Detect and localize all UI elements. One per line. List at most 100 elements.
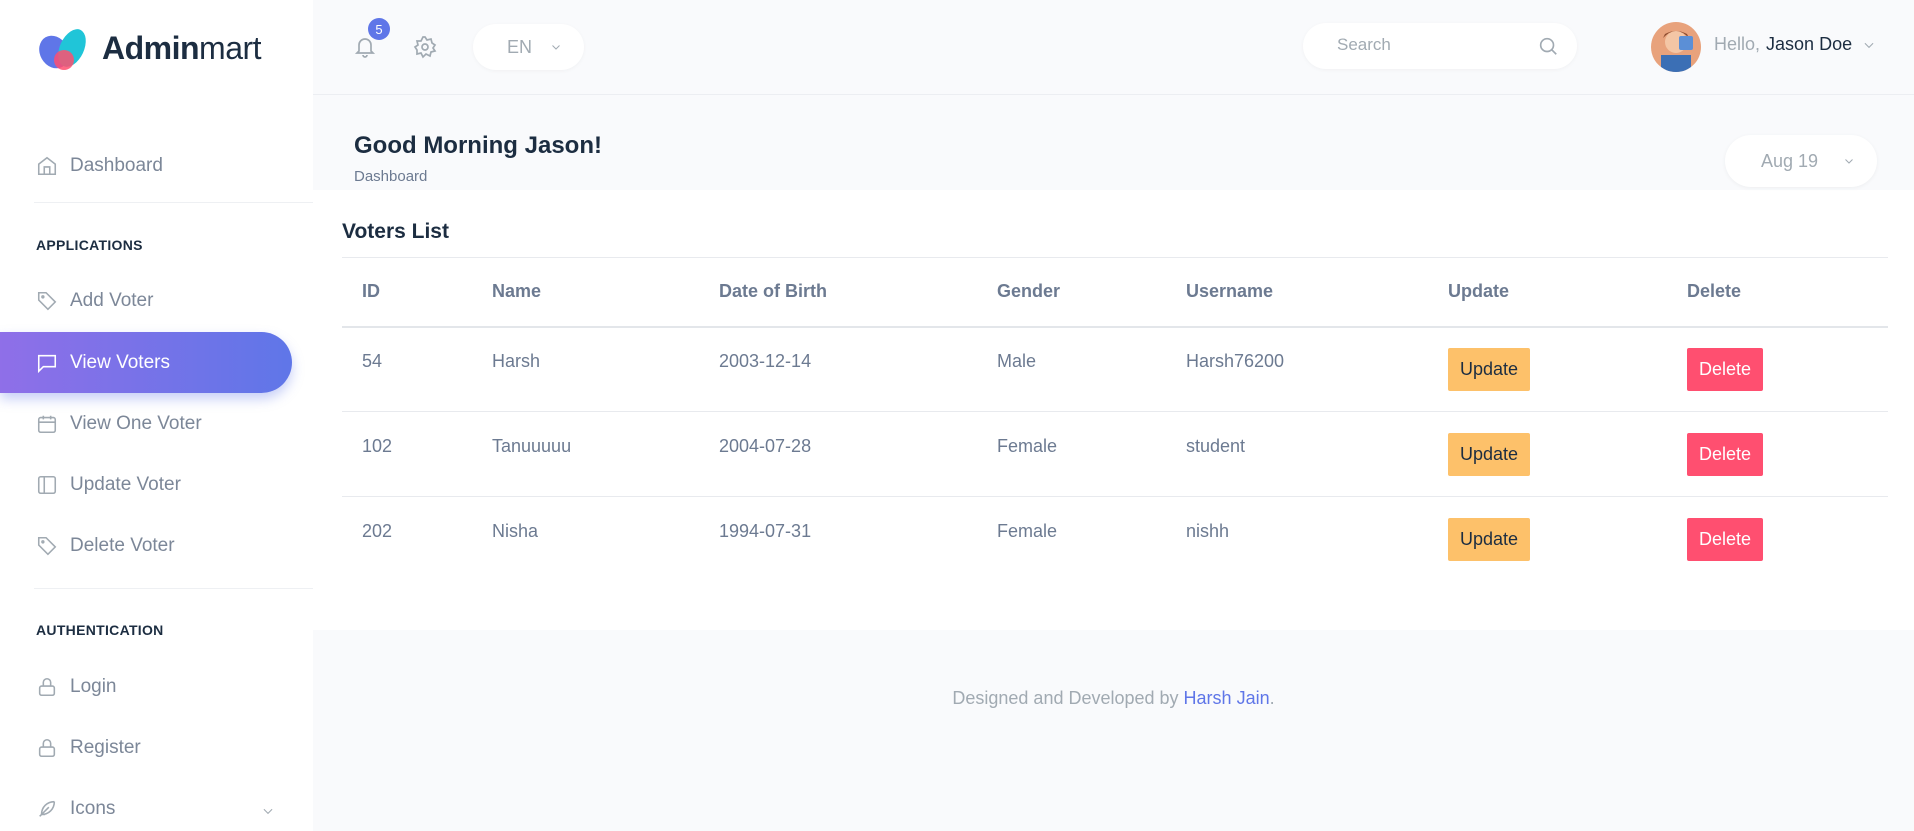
update-button[interactable]: Update xyxy=(1448,432,1531,476)
sidebar-item-label: View One Voter xyxy=(70,412,202,434)
calendar-icon xyxy=(36,413,58,435)
sidebar-divider xyxy=(34,202,313,203)
sidebar-item-dashboard[interactable]: Dashboard xyxy=(0,135,292,196)
cell-text: 202 xyxy=(362,520,393,541)
notification-badge: 5 xyxy=(368,18,390,40)
sidebar-item-view-voters[interactable]: View Voters xyxy=(0,332,292,393)
cell-text: Tanuuuuu xyxy=(492,435,572,456)
cell-text: student xyxy=(1186,435,1246,456)
sidebar: Adminmart Dashboard APPLICATIONS Add Vot… xyxy=(0,0,313,831)
cell-text: 102 xyxy=(362,435,393,456)
sidebar-item-label: Register xyxy=(70,736,141,758)
cell-name: Harsh xyxy=(472,326,699,412)
message-square-icon xyxy=(36,352,58,374)
sidebar-item-view-one-voter[interactable]: View One Voter xyxy=(0,393,292,454)
column-header-username: Username xyxy=(1166,257,1428,328)
brand-name-bold: Admin xyxy=(102,29,200,66)
voters-table: ID Name Date of Birth Gender Username Up… xyxy=(342,257,1888,582)
search-box xyxy=(1303,23,1577,69)
cell-id: 202 xyxy=(342,497,472,582)
date-filter-select[interactable]: Aug 19 xyxy=(1725,135,1877,187)
cell-text: Female xyxy=(997,435,1058,456)
lock-icon xyxy=(36,676,58,698)
greeting-text: Hello, xyxy=(1714,34,1761,54)
user-menu[interactable]: Hello, Jason Doe xyxy=(1714,34,1876,55)
cell-username: nishh xyxy=(1166,497,1428,582)
cell-text: Harsh76200 xyxy=(1186,350,1285,371)
cell-text: nishh xyxy=(1186,520,1230,541)
cell-text: 1994-07-31 xyxy=(719,520,812,541)
brand-name-rest: mart xyxy=(199,29,262,66)
cell-text: Nisha xyxy=(492,520,539,541)
sidebar-item-add-voter[interactable]: Add Voter xyxy=(0,270,292,331)
sidebar-item-label: Delete Voter xyxy=(70,534,175,556)
tag-icon xyxy=(36,535,58,557)
sidebar-item-label: Dashboard xyxy=(70,154,163,176)
page-title: Good Morning Jason! xyxy=(354,132,602,159)
sidebar-item-label: Login xyxy=(70,675,117,697)
cell-name: Nisha xyxy=(472,497,699,582)
cell-text: 2003-12-14 xyxy=(719,350,812,371)
tag-icon xyxy=(36,290,58,312)
cell-gender: Male xyxy=(977,326,1166,412)
column-header-update: Update xyxy=(1428,257,1667,328)
language-value: EN xyxy=(507,36,533,57)
avatar[interactable] xyxy=(1651,22,1701,72)
column-header-gender: Gender xyxy=(977,257,1166,328)
table-header-row: ID Name Date of Birth Gender Username Up… xyxy=(342,257,1888,328)
cell-id: 54 xyxy=(342,326,472,412)
sidebar-layout-icon xyxy=(36,474,58,496)
footer: Designed and Developed by Harsh Jain. xyxy=(313,688,1914,709)
cell-delete: Delete xyxy=(1667,497,1888,582)
breadcrumb[interactable]: Dashboard xyxy=(354,168,427,185)
section-authentication: AUTHENTICATION xyxy=(36,622,164,638)
cell-text: Harsh xyxy=(492,350,541,371)
search-input[interactable] xyxy=(1337,35,1527,55)
update-button[interactable]: Update xyxy=(1448,347,1531,391)
table-row: 54 Harsh 2003-12-14 Male Harsh76200 Upda… xyxy=(342,326,1888,412)
cell-gender: Female xyxy=(977,411,1166,497)
cell-text: 54 xyxy=(362,350,383,371)
search-icon[interactable] xyxy=(1537,35,1559,62)
update-button[interactable]: Update xyxy=(1448,517,1531,561)
cell-dob: 2003-12-14 xyxy=(699,326,977,412)
delete-button[interactable]: Delete xyxy=(1687,517,1764,561)
sidebar-item-label: Update Voter xyxy=(70,473,181,495)
chevron-down-icon xyxy=(261,802,275,824)
cell-delete: Delete xyxy=(1667,411,1888,497)
table-row: 102 Tanuuuuu 2004-07-28 Female student U… xyxy=(342,411,1888,497)
cell-dob: 2004-07-28 xyxy=(699,411,977,497)
cell-update: Update xyxy=(1428,411,1667,497)
column-header-id: ID xyxy=(342,257,472,328)
sidebar-item-login[interactable]: Login xyxy=(0,656,292,717)
cell-name: Tanuuuuu xyxy=(472,411,699,497)
column-header-dob: Date of Birth xyxy=(699,257,977,328)
cell-username: Harsh76200 xyxy=(1166,326,1428,412)
chevron-down-icon xyxy=(1864,42,1874,48)
date-filter-value: Aug 19 xyxy=(1761,150,1819,171)
logo[interactable]: Adminmart xyxy=(34,22,262,74)
brand-name: Adminmart xyxy=(102,29,262,67)
sidebar-item-register[interactable]: Register xyxy=(0,717,292,778)
lock-icon xyxy=(36,737,58,759)
sidebar-item-label: View Voters xyxy=(70,351,170,373)
cell-delete: Delete xyxy=(1667,326,1888,412)
sidebar-item-delete-voter[interactable]: Delete Voter xyxy=(0,515,292,576)
language-select[interactable]: EN xyxy=(473,24,584,70)
topbar: 5 EN Hello, Jason Doe xyxy=(313,0,1914,95)
sidebar-item-update-voter[interactable]: Update Voter xyxy=(0,454,292,515)
sidebar-item-label: Add Voter xyxy=(70,289,154,311)
delete-button[interactable]: Delete xyxy=(1687,347,1764,391)
cell-text: Female xyxy=(997,520,1058,541)
user-name: Jason Doe xyxy=(1766,34,1853,54)
cell-id: 102 xyxy=(342,411,472,497)
voters-card: Voters List ID Name Date of Birth Gender… xyxy=(313,190,1914,630)
feather-icon xyxy=(36,798,58,820)
author-link[interactable]: Harsh Jain xyxy=(1184,688,1270,708)
chevron-down-icon xyxy=(552,45,560,50)
footer-suffix: . xyxy=(1269,688,1275,708)
table-row: 202 Nisha 1994-07-31 Female nishh Update… xyxy=(342,497,1888,582)
sidebar-item-icons[interactable]: Icons xyxy=(0,778,313,831)
gear-icon[interactable] xyxy=(413,35,437,64)
delete-button[interactable]: Delete xyxy=(1687,432,1764,476)
